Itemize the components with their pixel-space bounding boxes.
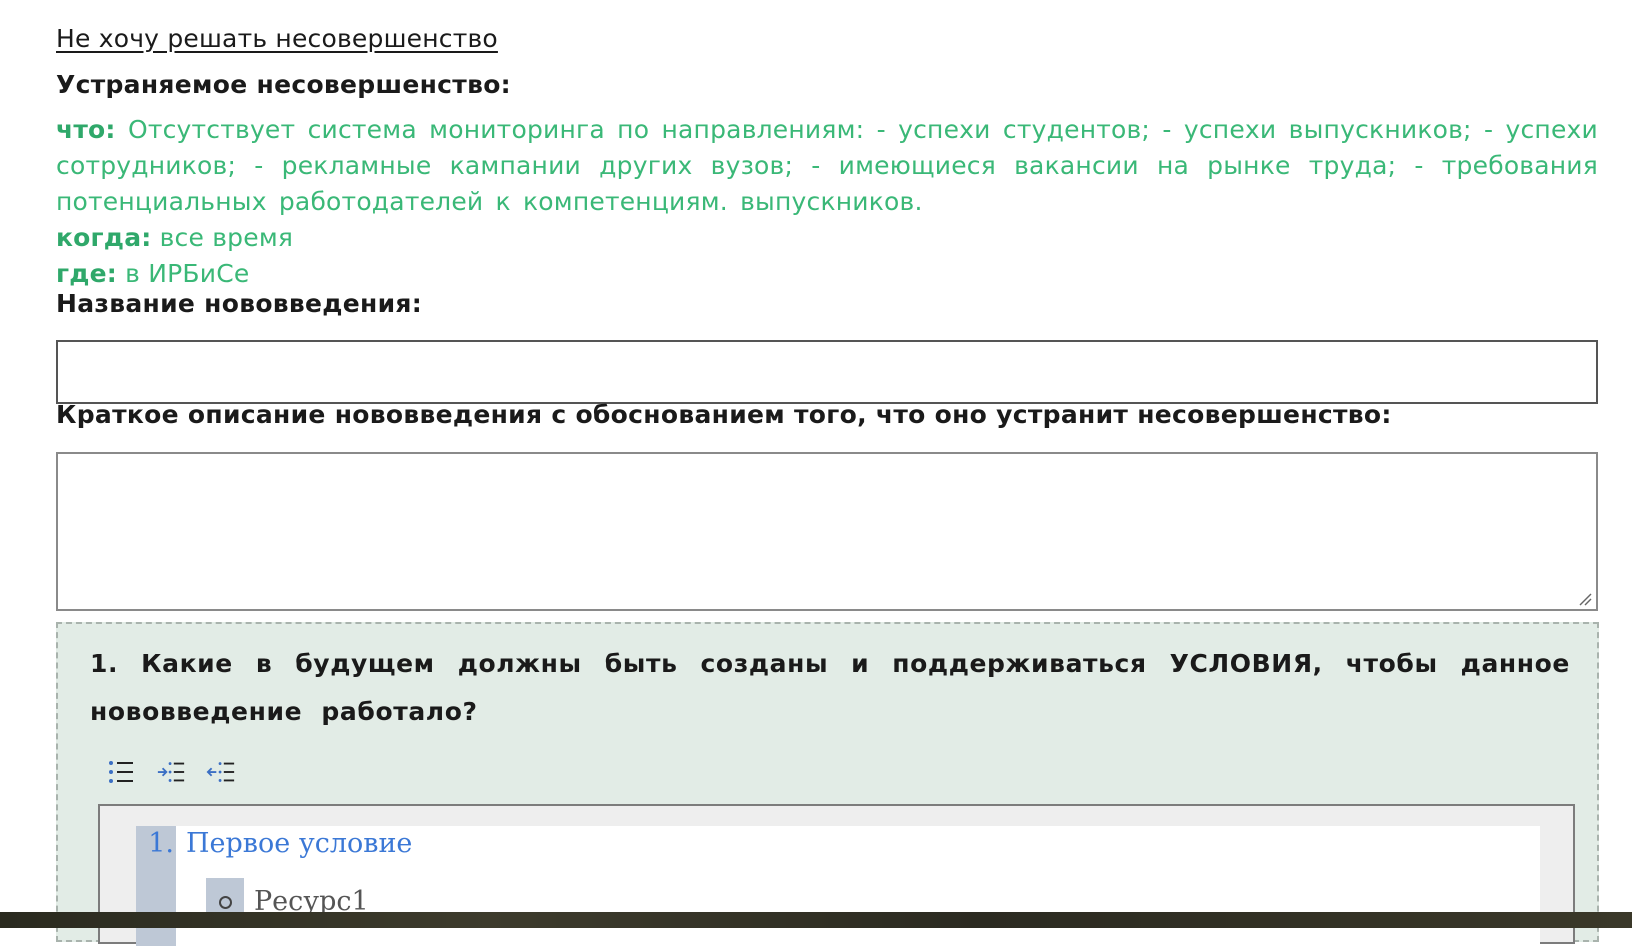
conditions-question: 1. Какие в будущем должны быть созданы и…	[90, 649, 1570, 726]
skip-imperfection-link[interactable]: Не хочу решать несовершенство	[56, 24, 498, 53]
circle-bullet-icon	[218, 895, 232, 909]
innovation-description-textarea[interactable]	[56, 452, 1598, 611]
list-toolbar	[106, 754, 236, 790]
bulleted-list-icon	[109, 761, 133, 783]
imperfection-where: где: в ИРБиСе	[56, 256, 1598, 292]
when-value: все время	[159, 223, 294, 252]
bottom-window-edge	[0, 912, 1632, 928]
conditions-section: 1. Какие в будущем должны быть созданы и…	[56, 622, 1599, 946]
where-label: где:	[56, 259, 118, 288]
list-item[interactable]: 1. Первое условие	[136, 826, 412, 862]
where-value: в ИРБиСе	[125, 259, 250, 288]
resize-grip-icon[interactable]	[1578, 592, 1592, 606]
imperfection-details: что: Отсутствует система мониторинга по …	[56, 112, 1598, 292]
indent-button[interactable]	[156, 757, 186, 787]
what-label: что:	[56, 115, 116, 144]
imperfection-what: что: Отсутствует система мониторинга по …	[56, 112, 1598, 220]
indent-icon	[157, 762, 185, 782]
list-item-number: 1.	[136, 826, 176, 862]
list-item-text[interactable]: Первое условие	[176, 826, 412, 862]
outdent-icon	[206, 762, 235, 782]
innovation-name-input[interactable]	[56, 340, 1598, 404]
editor-content[interactable]: 1. Первое условие Ресурс1	[136, 826, 1540, 946]
list-number-gutter	[136, 862, 176, 946]
imperfection-when: когда: все время	[56, 220, 1598, 256]
imperfection-heading: Устраняемое несовершенство:	[56, 70, 511, 99]
when-label: когда:	[56, 223, 152, 252]
innovation-description-label: Краткое описание нововведения с обоснова…	[56, 400, 1392, 429]
innovation-name-label: Название нововведения:	[56, 289, 423, 318]
outdent-button[interactable]	[206, 757, 236, 787]
what-value: Отсутствует система мониторинга по напра…	[56, 115, 1598, 216]
bulleted-list-button[interactable]	[106, 757, 136, 787]
